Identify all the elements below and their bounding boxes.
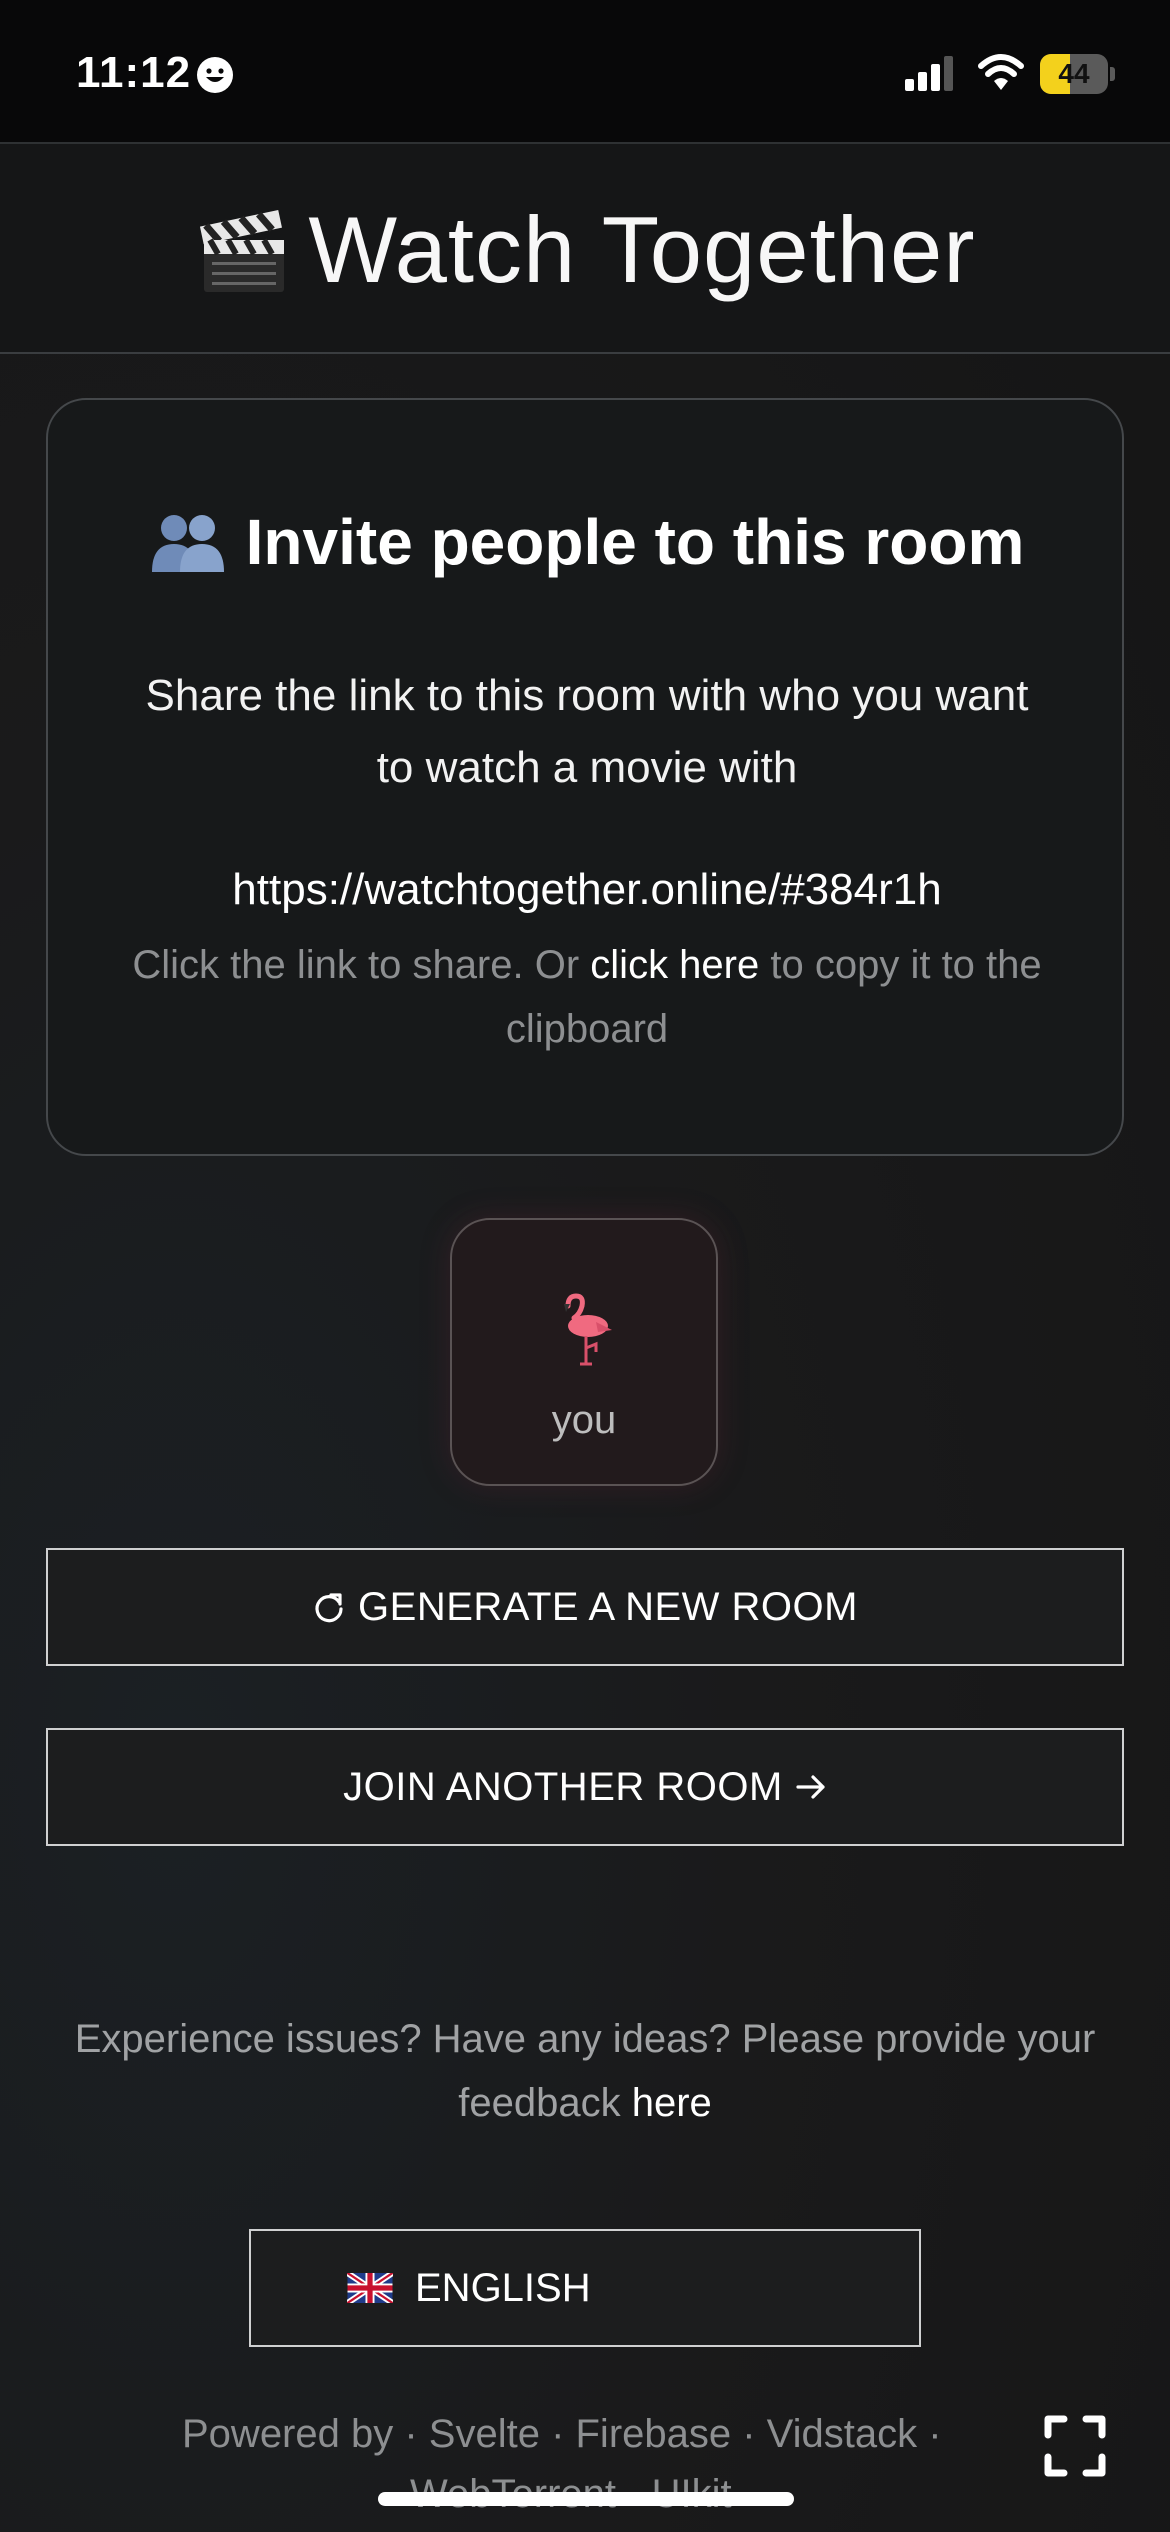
powered-by-line-1: Powered by · Svelte · Firebase · Vidstac… <box>182 2412 942 2456</box>
feedback-prefix: Experience issues? Have any ideas? Pleas… <box>74 2017 1096 2125</box>
generate-new-room-button[interactable]: GENERATE A NEW ROOM <box>46 1548 1124 1666</box>
fullscreen-icon[interactable] <box>1044 2415 1106 2477</box>
feedback-link[interactable]: here <box>632 2081 712 2125</box>
room-share-link[interactable]: https://watchtogether.online/#384r1h <box>48 865 1126 915</box>
generate-button-label: GENERATE A NEW ROOM <box>358 1584 858 1629</box>
share-hint-prefix: Click the link to share. Or <box>132 943 580 987</box>
battery-indicator: 44 <box>1040 54 1116 94</box>
invite-description: Share the link to this room with who you… <box>145 671 1029 792</box>
invite-title: Invite people to this room <box>245 506 1025 578</box>
user-name: you <box>551 1398 617 1442</box>
wifi-icon <box>978 54 1024 90</box>
uk-flag-icon <box>347 2273 393 2303</box>
share-hint: Click the link to share. Or click here t… <box>108 933 1066 1061</box>
share-hint-suffix: to copy it to the clipboard <box>505 943 1042 1051</box>
join-button-label: JOIN ANOTHER ROOM <box>343 1764 783 1809</box>
clapper-board-icon <box>200 209 285 292</box>
people-icon <box>151 515 224 572</box>
status-time: 11:12 <box>76 48 192 97</box>
invite-card: Invite people to this room Share the lin… <box>46 398 1124 1156</box>
feedback-text: Experience issues? Have any ideas? Pleas… <box>20 2007 1150 2135</box>
language-selector[interactable]: ENGLISH <box>249 2229 921 2347</box>
flamingo-icon <box>564 1293 612 1366</box>
invite-heading: Invite people to this room <box>48 505 1126 579</box>
copy-to-clipboard-link[interactable]: click here <box>590 943 759 987</box>
language-label: ENGLISH <box>415 2265 591 2310</box>
smiley-icon <box>197 57 233 93</box>
battery-percentage: 44 <box>1058 58 1090 89</box>
home-indicator[interactable] <box>378 2492 794 2506</box>
cellular-signal-icon <box>905 56 953 91</box>
app-header: Watch Together <box>0 142 1170 354</box>
status-bar: 11:12 44 <box>0 0 1170 142</box>
user-tile: you <box>450 1218 718 1486</box>
app-title: Watch Together <box>308 197 976 302</box>
refresh-icon <box>315 1593 343 1623</box>
join-another-room-button[interactable]: JOIN ANOTHER ROOM <box>46 1728 1124 1846</box>
arrow-right-icon <box>796 1775 825 1799</box>
